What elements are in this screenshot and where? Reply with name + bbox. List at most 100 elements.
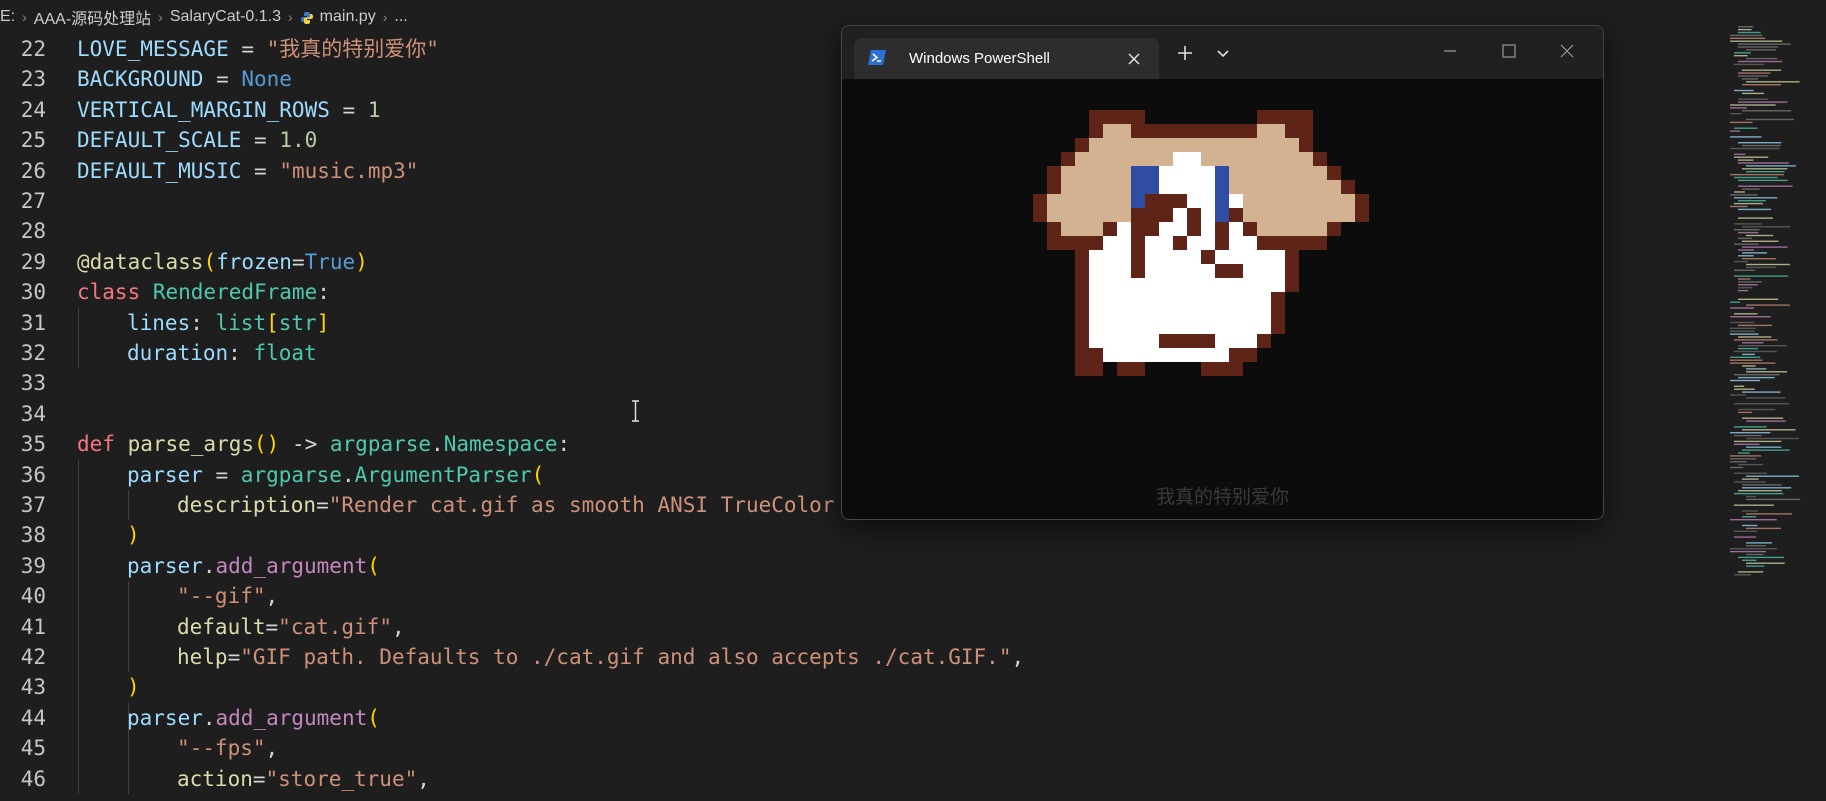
code-token: default: [177, 614, 266, 639]
code-line[interactable]: 45 "--fps",: [0, 733, 1700, 763]
cat-pixel: [1131, 236, 1145, 250]
code-token: =: [203, 67, 242, 92]
breadcrumb-file[interactable]: main.py: [320, 8, 376, 26]
code-line[interactable]: 38): [0, 520, 1700, 550]
minimap-line: [1738, 31, 1761, 34]
terminal-window[interactable]: Windows PowerShell 我真的特别爱你: [841, 25, 1604, 520]
minimap-line: [1746, 420, 1786, 422]
code-text: description="Render cat.gif as smooth AN…: [177, 490, 834, 520]
cat-pixel: [1145, 180, 1159, 194]
cat-pixel: [1229, 194, 1243, 208]
cat-pixel: [1173, 138, 1187, 152]
tab-powershell[interactable]: Windows PowerShell: [854, 38, 1159, 79]
cat-pixel: [1075, 194, 1089, 208]
minimap-line: [1738, 43, 1792, 45]
minimap-line: [1738, 324, 1772, 327]
cat-pixel: [1355, 208, 1369, 222]
minimap-line: [1734, 443, 1760, 445]
minimap-line: [1730, 519, 1777, 521]
minimap-line: [1738, 142, 1782, 144]
cat-pixel: [1257, 292, 1271, 306]
cat-pixel: [1131, 124, 1145, 138]
code-token: =: [202, 462, 241, 487]
title-bar[interactable]: Windows PowerShell: [842, 26, 1603, 79]
cat-pixel: [1299, 222, 1313, 236]
cat-pixel: [1215, 278, 1229, 292]
code-text: default="cat.gif",: [177, 612, 405, 642]
cat-pixel: [1159, 180, 1173, 194]
cat-pixel: [1173, 124, 1187, 138]
minimap-line: [1738, 556, 1785, 559]
minimap-line: [1746, 498, 1801, 501]
minimap-line: [1734, 127, 1758, 129]
cat-pixel: [1131, 250, 1145, 264]
breadcrumb-project[interactable]: SalaryCat-0.1.3: [170, 8, 281, 26]
breadcrumb-drive[interactable]: E:: [0, 8, 15, 26]
code-token: =: [228, 37, 267, 61]
maximize-icon[interactable]: [1497, 39, 1521, 63]
cat-pixel: [1313, 236, 1327, 250]
chevron-down-icon[interactable]: [1215, 45, 1231, 61]
code-line[interactable]: 44 parser.add_argument(: [0, 703, 1700, 733]
minimap-line: [1734, 385, 1745, 387]
minimap-line: [1730, 113, 1742, 115]
code-line[interactable]: 46 action="store_true",: [0, 764, 1700, 794]
minimap-line: [1738, 287, 1753, 289]
minimize-icon[interactable]: [1438, 39, 1462, 63]
code-token: parser: [127, 705, 203, 730]
cat-pixel: [1159, 166, 1173, 180]
minimap-line: [1738, 185, 1793, 187]
cat-pixel: [1285, 222, 1299, 236]
code-line[interactable]: 39 parser.add_argument(: [0, 551, 1700, 581]
cat-pixel: [1243, 124, 1257, 138]
cat-pixel: [1285, 250, 1299, 264]
code-token: "--fps": [177, 736, 266, 761]
cat-pixel: [1173, 292, 1187, 306]
plus-icon[interactable]: [1176, 44, 1194, 62]
code-token: ArgumentParser: [354, 462, 532, 487]
close-icon[interactable]: [1555, 39, 1579, 63]
cat-pixel: [1103, 236, 1117, 250]
cat-pixel: [1285, 264, 1299, 278]
minimap-line: [1738, 101, 1788, 103]
code-token: :: [190, 310, 216, 335]
powershell-icon: [868, 50, 886, 65]
cat-pixel: [1187, 320, 1201, 334]
breadcrumb-folder[interactable]: AAA-源码处理站: [34, 5, 151, 29]
minimap-line: [1746, 446, 1782, 448]
cat-pixel: [1061, 236, 1075, 250]
code-line[interactable]: 42 help="GIF path. Defaults to ./cat.gif …: [0, 642, 1700, 672]
code-line[interactable]: 41 default="cat.gif",: [0, 612, 1700, 642]
cat-pixel: [1159, 124, 1173, 138]
code-line[interactable]: 43): [0, 672, 1700, 702]
cat-pixel: [1327, 222, 1341, 236]
code-line[interactable]: 40 "--gif",: [0, 581, 1700, 611]
cat-pixel: [1075, 138, 1089, 152]
minimap-line: [1734, 229, 1760, 231]
minimap-line: [1730, 307, 1754, 309]
cat-pixel: [1271, 110, 1285, 124]
cat-pixel: [1173, 306, 1187, 320]
minimap-line: [1746, 49, 1777, 51]
code-token: =: [241, 128, 280, 153]
cat-pixel: [1257, 334, 1271, 348]
minimap-line: [1742, 144, 1781, 147]
cat-pixel: [1229, 334, 1243, 348]
code-token: lines: [127, 310, 191, 335]
cat-pixel: [1103, 110, 1117, 124]
code-text: parser.add_argument(: [127, 703, 380, 733]
cat-pixel: [1089, 320, 1103, 334]
cat-pixel: [1313, 152, 1327, 166]
cat-pixel: [1271, 250, 1285, 264]
cat-pixel: [1257, 110, 1271, 124]
minimap[interactable]: [1720, 26, 1820, 586]
minimap-line: [1730, 194, 1758, 196]
minimap-line: [1730, 333, 1759, 335]
minimap-line: [1746, 397, 1786, 399]
cat-pixel: [1089, 292, 1103, 306]
minimap-line: [1730, 330, 1755, 332]
breadcrumb-symbols[interactable]: ...: [394, 8, 407, 26]
close-icon[interactable]: [1126, 51, 1142, 67]
cat-pixel: [1117, 236, 1131, 250]
cat-pixel: [1285, 194, 1299, 208]
